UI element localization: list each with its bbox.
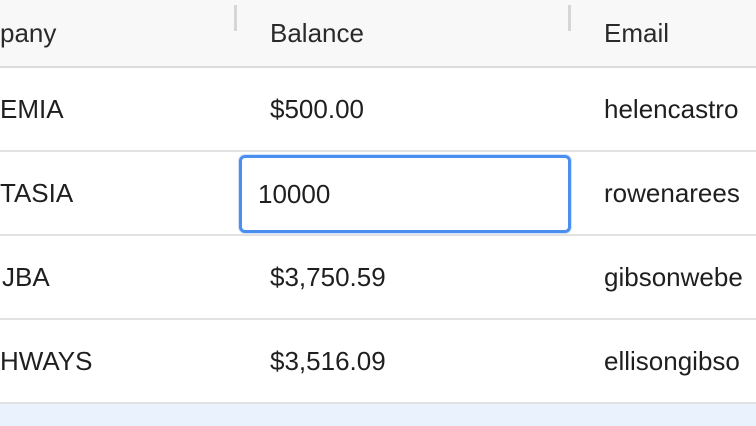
cell-company[interactable]: HWAYS <box>0 320 250 402</box>
cell-company-text: EMIA <box>0 93 64 124</box>
cell-email[interactable]: rowenarees <box>604 152 756 234</box>
cell-email-text: ellisongibso <box>604 345 740 376</box>
column-header-company[interactable]: pany <box>0 0 230 66</box>
table-row[interactable]: HWAYS $3,516.09 ellisongibso <box>0 320 756 404</box>
table-row[interactable]: JBA $3,750.59 gibsonwebe <box>0 236 756 320</box>
cell-email[interactable]: gibsonwebe <box>604 236 756 318</box>
cell-email-text: gibsonwebe <box>604 261 743 292</box>
table-row[interactable]: EMIA $500.00 helencastro <box>0 68 756 152</box>
cell-company-text: HWAYS <box>0 345 93 376</box>
balance-cell-editor-input[interactable] <box>239 155 571 233</box>
cell-email-text: helencastro <box>604 93 739 124</box>
column-header-email[interactable]: Email <box>604 0 756 66</box>
cell-company-text: JBA <box>2 261 50 292</box>
cell-balance-text: $500.00 <box>270 93 364 124</box>
cell-balance-text: $3,516.09 <box>270 345 386 376</box>
cell-balance[interactable]: $500.00 <box>270 68 560 150</box>
column-header-email-label: Email <box>604 17 670 48</box>
grid-header-row: pany Balance Email <box>0 0 756 68</box>
cell-email-text: rowenarees <box>604 177 740 208</box>
column-header-balance-label: Balance <box>270 17 364 48</box>
column-resize-handle-balance[interactable] <box>568 5 571 31</box>
column-header-balance[interactable]: Balance <box>270 0 560 66</box>
cell-balance[interactable]: $3,750.59 <box>270 236 560 318</box>
column-header-company-label: pany <box>0 17 57 48</box>
cell-email[interactable]: helencastro <box>604 68 756 150</box>
selected-table-row[interactable] <box>0 404 756 426</box>
cell-company[interactable]: EMIA <box>0 68 250 150</box>
cell-email[interactable]: ellisongibso <box>604 320 756 402</box>
cell-balance-text: $3,750.59 <box>270 261 386 292</box>
cell-company[interactable]: JBA <box>2 236 252 318</box>
column-resize-handle-company[interactable] <box>234 5 237 31</box>
data-grid: pany Balance Email EMIA $500.00 helencas… <box>0 0 756 426</box>
cell-company[interactable]: TASIA <box>0 152 250 234</box>
cell-company-text: TASIA <box>0 177 74 208</box>
table-row[interactable]: TASIA rowenarees <box>0 152 756 236</box>
cell-balance[interactable]: $3,516.09 <box>270 320 560 402</box>
